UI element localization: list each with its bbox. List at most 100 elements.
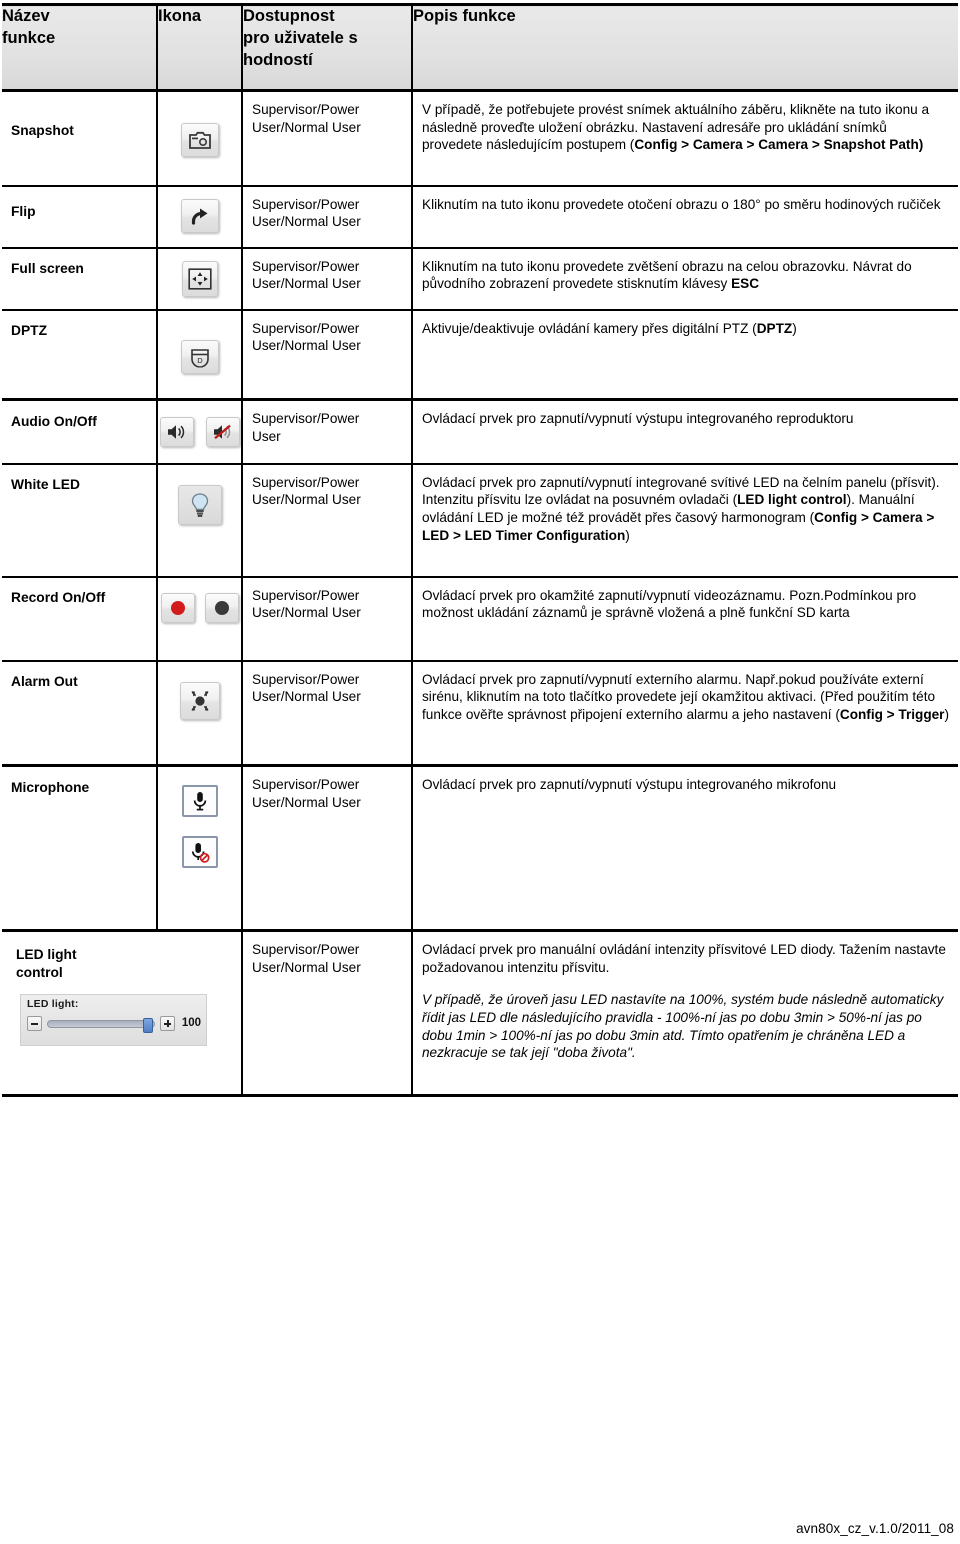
speaker-mute-icon[interactable] [205, 417, 240, 452]
row-name-cell: Microphone [2, 765, 158, 932]
lightbulb-icon[interactable] [177, 484, 222, 530]
availability-line-2: User/Normal User [252, 214, 361, 230]
column-header-name: Název funkce [2, 3, 158, 92]
description-text: Kliknutím na tuto ikonu provedete zvětše… [422, 258, 912, 292]
availability-line-2: User/Normal User [252, 794, 361, 810]
description-text: Ovládací prvek pro zapnutí/vypnutí integ… [422, 474, 940, 543]
row-name-cell: Full screen [2, 247, 158, 311]
availability-line-2: User/Normal User [252, 119, 361, 135]
row-availability-cell: Supervisor/Power User [242, 398, 413, 465]
row-availability-cell: Supervisor/Power User/Normal User [242, 765, 413, 932]
table-row: Snapshot Supervisor/Power User/Normal Us… [2, 90, 958, 187]
row-name-cell: Flip [2, 185, 158, 249]
document-page: Název funkce Ikona Dostupnost pro uživat… [0, 3, 960, 1544]
row-icon-cell [157, 765, 243, 932]
row-description-cell: Ovládací prvek pro okamžité zapnutí/vypn… [412, 576, 958, 662]
row-availability-cell: Supervisor/Power User/Normal User [242, 930, 413, 1097]
table-header-row: Název funkce Ikona Dostupnost pro uživat… [2, 3, 958, 92]
availability-line-1: Supervisor/Power [252, 196, 360, 212]
table-row: Record On/Off Supervisor/Power User/Norm… [2, 576, 958, 662]
description-text: Ovládací prvek pro zapnutí/vypnutí exter… [422, 671, 950, 722]
function-name: Record On/Off [11, 589, 106, 605]
row-availability-cell: Supervisor/Power User/Normal User [242, 185, 413, 249]
function-name: White LED [11, 476, 80, 492]
row-icon-cell [157, 247, 243, 311]
row-name-cell: DPTZ [2, 309, 158, 401]
availability-line-1: Supervisor/Power [252, 474, 360, 490]
led-decrease-button[interactable] [27, 1016, 42, 1032]
function-name-line-2: control [16, 964, 63, 980]
row-availability-cell: Supervisor/Power User/Normal User [242, 660, 413, 767]
record-on-icon[interactable] [160, 592, 195, 628]
description-text: Aktivuje/deaktivuje ovládání kamery přes… [422, 320, 797, 336]
row-icon-cell [157, 660, 243, 767]
row-icon-cell [157, 576, 243, 662]
availability-line-2: User/Normal User [252, 605, 361, 621]
availability-line-2: User/Normal User [252, 492, 361, 508]
description-text: V případě, že potřebujete provést snímek… [422, 102, 930, 153]
row-description-cell: Ovládací prvek pro manuální ovládání int… [412, 930, 958, 1097]
header-line-2: funkce [2, 28, 56, 47]
fullscreen-expand-icon[interactable] [181, 260, 218, 302]
row-availability-cell: Supervisor/Power User/Normal User [242, 90, 413, 187]
function-name: Snapshot [11, 123, 74, 138]
description-text: Ovládací prvek pro zapnutí/vypnutí výstu… [422, 777, 837, 792]
function-name: Audio On/Off [11, 414, 97, 429]
availability-line-2: User/Normal User [252, 276, 361, 292]
table-row: DPTZ D Supervisor/Power User/Normal User… [2, 309, 958, 401]
table-row: LED light control LED light: 100 Supervi… [2, 930, 958, 1097]
column-header-description: Popis funkce [412, 3, 958, 92]
availability-line-1: Supervisor/Power [252, 777, 360, 792]
row-name-cell: Record On/Off [2, 576, 158, 662]
led-light-slider-widget[interactable]: LED light: 100 [20, 993, 207, 1046]
header-line-1: Název [2, 7, 50, 25]
led-light-label: LED light: [27, 997, 79, 1010]
row-icon-cell [157, 398, 243, 465]
rotate-clockwise-icon[interactable] [180, 198, 219, 238]
availability-line-2: User/Normal User [252, 959, 361, 975]
table-row: Alarm Out Supervisor/Power User/Normal U… [2, 660, 958, 767]
header-line-3: hodností [243, 50, 313, 69]
snapshot-camera-icon[interactable] [180, 123, 219, 162]
microphone-mute-icon[interactable] [181, 835, 218, 873]
function-name: Full screen [11, 260, 84, 276]
header-line-2: pro uživatele s [243, 28, 358, 47]
alarm-siren-icon[interactable] [179, 681, 220, 725]
availability-line-1: Supervisor/Power [252, 320, 360, 336]
function-name: Alarm Out [11, 673, 78, 689]
led-slider-thumb[interactable] [142, 1017, 153, 1033]
row-description-cell: Ovládací prvek pro zapnutí/vypnutí výstu… [412, 765, 958, 932]
speaker-on-icon[interactable] [159, 417, 194, 452]
row-icon-cell [157, 463, 243, 578]
description-paragraph-2: V případě, že úroveň jasu LED nastavíte … [422, 992, 944, 1061]
microphone-on-icon[interactable] [181, 785, 218, 822]
record-off-icon[interactable] [204, 592, 239, 628]
function-name: Flip [11, 203, 36, 219]
availability-line-1: Supervisor/Power [252, 671, 360, 687]
header-line-1: Ikona [158, 7, 202, 25]
led-value: 100 [181, 1017, 201, 1030]
row-availability-cell: Supervisor/Power User/Normal User [242, 576, 413, 662]
table-row: White LED Supervisor/Power User/Normal U… [2, 463, 958, 578]
row-availability-cell: Supervisor/Power User/Normal User [242, 463, 413, 578]
description-text: Kliknutím na tuto ikonu provedete otočen… [422, 196, 941, 212]
row-description-cell: V případě, že potřebujete provést snímek… [412, 90, 958, 187]
row-description-cell: Ovládací prvek pro zapnutí/vypnutí exter… [412, 660, 958, 767]
led-increase-button[interactable] [159, 1016, 175, 1032]
dptz-icon[interactable]: D [180, 339, 219, 379]
availability-line-1: Supervisor/Power [252, 587, 360, 603]
description-text: Ovládací prvek pro zapnutí/vypnutí výstu… [422, 411, 854, 426]
description-text: Ovládací prvek pro okamžité zapnutí/vypn… [422, 587, 917, 621]
availability-line-2: User/Normal User [252, 689, 361, 705]
row-description-cell: Ovládací prvek pro zapnutí/vypnutí integ… [412, 463, 958, 578]
table-row: Microphone Supervisor/Power User/Normal … [2, 765, 958, 932]
row-icon-cell: D [157, 309, 243, 401]
row-description-cell: Kliknutím na tuto ikonu provedete zvětše… [412, 247, 958, 311]
table-row: Flip Supervisor/Power User/Normal User K… [2, 185, 958, 249]
table-row: Audio On/Off Supervisor/Power User Ovlád… [2, 398, 958, 465]
led-slider-track[interactable] [47, 1017, 155, 1033]
row-name-cell: LED light control LED light: 100 [2, 930, 243, 1097]
row-name-cell: White LED [2, 463, 158, 578]
table-row: Full screen Supervisor/Power User/Normal… [2, 247, 958, 311]
